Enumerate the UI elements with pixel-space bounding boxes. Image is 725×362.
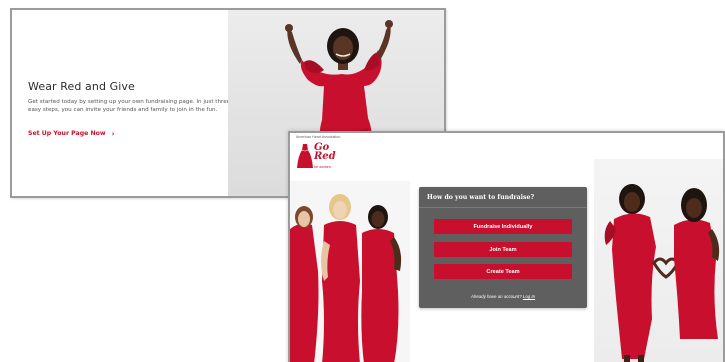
login-prompt-text: Already have an account? (470, 294, 522, 299)
panel-divider (419, 207, 587, 208)
two-women-illustration (604, 184, 720, 362)
login-link[interactable]: Log In (523, 294, 535, 299)
fundraise-question: How do you want to fundraise? (427, 194, 535, 201)
setup-page-link[interactable]: Set Up Your Page Now › (28, 130, 115, 138)
setup-page-link-label: Set Up Your Page Now (28, 130, 106, 138)
logo-line-red: Red (314, 151, 336, 162)
two-women-photo (594, 159, 723, 362)
logo-wordmark: Go Red (314, 143, 336, 162)
go-red-logo[interactable]: Go Red for women. (296, 142, 336, 172)
wear-red-heading: Wear Red and Give (28, 80, 135, 93)
red-dress-icon (297, 144, 313, 168)
three-women-illustration (290, 181, 410, 362)
fundraise-individually-button[interactable]: Fundraise Individually (434, 219, 572, 234)
screenshot-stage: Wear Red and Give Get started today by s… (0, 0, 725, 362)
create-team-button[interactable]: Create Team (434, 264, 572, 279)
fundraise-options-card: American Heart Association. Go Red for w… (288, 131, 725, 362)
fundraise-panel: How do you want to fundraise? Fundraise … (419, 187, 587, 308)
wear-red-copy: Wear Red and Give Get started today by s… (28, 80, 233, 140)
chevron-right-icon: › (111, 129, 115, 138)
logo-tagline: for women. (314, 165, 332, 169)
three-women-photo (290, 181, 410, 362)
wear-red-description: Get started today by setting up your own… (28, 99, 231, 114)
join-team-button[interactable]: Join Team (434, 242, 572, 257)
association-label: American Heart Association. (296, 135, 342, 139)
login-prompt: Already have an account? Log In (419, 294, 587, 299)
